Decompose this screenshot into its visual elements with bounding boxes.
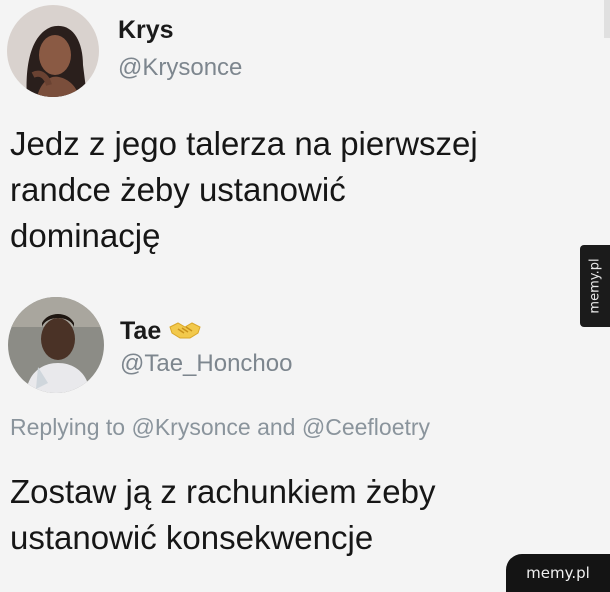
replying-to-prefix: Replying to [10,414,126,440]
mention-krysonce-link[interactable]: @Krysonce [131,414,250,440]
avatar-tae[interactable] [8,297,104,393]
tweet-text-tae: Zostaw ją z rachunkiem żeby ustanowić ko… [10,469,436,561]
edge-artifact [604,0,610,38]
side-watermark-text: memy.pl [587,258,603,314]
replying-to-conjunction: and [257,414,296,440]
tweet-text-line: ustanowić konsekwencje [10,519,374,556]
tweet-text-line: dominację [10,217,161,254]
display-name-krys[interactable]: Krys [118,16,174,45]
handle-tae[interactable]: @Tae_Honchoo [120,350,292,378]
display-name-tae-text: Tae [120,317,162,345]
display-name-tae[interactable]: Tae [120,317,202,346]
avatar-krys[interactable] [7,5,99,97]
handshake-icon [168,319,202,341]
tweet-text-line: Zostaw ją z rachunkiem żeby [10,473,436,510]
corner-watermark-text: memy.pl [526,564,590,582]
corner-watermark[interactable]: memy.pl [506,554,610,592]
replying-to-line: Replying to @Krysonce and @Ceefloetry [10,414,430,441]
tweet-text-krys: Jedz z jego talerza na pierwszej randce … [10,121,478,259]
handle-krys[interactable]: @Krysonce [118,54,242,82]
avatar-tae-image [8,297,104,393]
avatar-krys-image [7,5,99,97]
mention-ceefloetry-link[interactable]: @Ceefloetry [302,414,430,440]
tweet-text-line: Jedz z jego talerza na pierwszej [10,125,478,162]
side-watermark: memy.pl [580,245,610,327]
tweet-text-line: randce żeby ustanowić [10,171,346,208]
